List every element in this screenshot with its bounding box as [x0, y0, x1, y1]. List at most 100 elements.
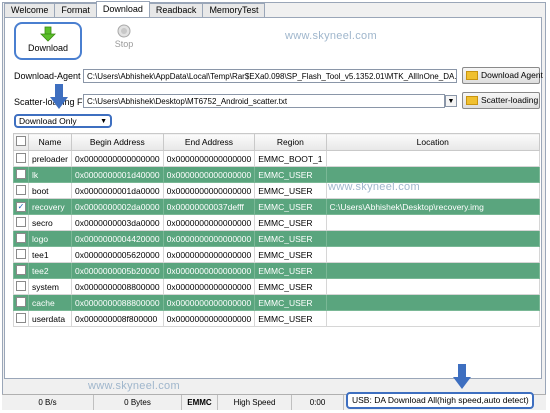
scatter-loading-button[interactable]: Scatter-loading [462, 92, 540, 109]
tab-readback[interactable]: Readback [148, 3, 204, 17]
begin-address-cell: 0x0000000001d40000 [71, 166, 164, 183]
region-cell: EMMC_USER [254, 166, 327, 183]
location-cell[interactable]: C:\Users\Abhishek\Desktop\recovery.img [325, 198, 540, 215]
region-cell: EMMC_USER [254, 246, 327, 263]
location-cell[interactable] [325, 278, 540, 295]
download-button[interactable]: Download [14, 22, 82, 60]
region-cell: EMMC_USER [254, 262, 327, 279]
row-checkbox-cell[interactable] [13, 214, 29, 231]
annotation-arrow-icon [50, 84, 68, 109]
checkbox-unchecked[interactable] [16, 296, 26, 307]
table-row[interactable]: cache 0x0000000088800000 0x000000000000000… [13, 294, 540, 311]
checkbox-unchecked[interactable] [16, 152, 26, 163]
begin-address-cell: 0x0000000001da0000 [71, 182, 164, 199]
row-checkbox-cell[interactable] [13, 246, 29, 263]
region-cell: EMMC_USER [254, 198, 327, 215]
scatter-loading-button-label: Scatter-loading [481, 95, 539, 105]
download-agent-button[interactable]: Download Agent [462, 67, 543, 84]
end-address-cell: 0x0000000000000000 [162, 166, 256, 183]
table-row[interactable]: tee1 0x0000000005620000 0x0000000000000000… [13, 246, 540, 263]
checkbox-unchecked[interactable] [16, 216, 26, 227]
end-address-cell: 0x0000000000000000 [162, 150, 256, 167]
table-row[interactable]: lk 0x0000000001d40000 0x0000000000000000 EM… [13, 166, 540, 183]
begin-address-cell: 0x0000000005b20000 [71, 262, 164, 279]
checkbox-checked[interactable]: ✓ [16, 202, 26, 212]
select-all-checkbox[interactable] [16, 136, 26, 146]
region-cell: EMMC_USER [254, 230, 327, 247]
annotation-arrow-icon [453, 364, 471, 389]
table-row[interactable]: preloader 0x0000000000000000 0x00000000000… [13, 150, 540, 167]
row-checkbox-cell[interactable]: ✓ [13, 198, 29, 215]
watermark: www.skyneel.com [328, 181, 420, 193]
region-cell: EMMC_USER [254, 182, 327, 199]
tab-memorytest[interactable]: MemoryTest [202, 3, 266, 17]
end-address-cell: 0x0000000000000000 [162, 278, 256, 295]
scatter-file-field[interactable]: C:\Users\Abhishek\Desktop\MT6752_Android… [83, 94, 445, 108]
status-bytes: 0 Bytes [94, 395, 182, 410]
location-cell[interactable] [325, 294, 540, 311]
header-region: Region [254, 133, 327, 151]
row-checkbox-cell[interactable] [13, 262, 29, 279]
end-address-cell: 0x0000000000000000 [162, 214, 256, 231]
tab-bar: Welcome Format Download Readback MemoryT… [4, 1, 266, 17]
partition-name-cell: preloader [28, 150, 72, 167]
table-row[interactable]: boot 0x0000000001da0000 0x0000000000000000… [13, 182, 540, 199]
row-checkbox-cell[interactable] [13, 166, 29, 183]
tab-download[interactable]: Download [95, 1, 150, 17]
partition-name-cell: boot [28, 182, 72, 199]
checkbox-unchecked[interactable] [16, 232, 26, 243]
stop-button[interactable]: Stop [92, 22, 156, 56]
checkbox-unchecked[interactable] [16, 184, 26, 195]
download-mode-select[interactable]: Download Only ▼ [14, 114, 112, 128]
location-cell[interactable] [325, 214, 540, 231]
row-checkbox-cell[interactable] [13, 294, 29, 311]
partition-rows: preloader 0x0000000000000000 0x00000000000… [13, 150, 540, 327]
download-mode-value: Download Only [19, 116, 77, 126]
header-select-all[interactable] [13, 133, 29, 151]
end-address-cell: 0x0000000000000000 [162, 294, 256, 311]
checkbox-unchecked[interactable] [16, 248, 26, 259]
folder-icon [466, 96, 478, 105]
status-speed: High Speed [218, 395, 292, 410]
end-address-cell: 0x0000000000000000 [162, 246, 256, 263]
partition-name-cell: logo [28, 230, 72, 247]
location-cell[interactable] [325, 262, 540, 279]
table-header-row: Name Begin Address End Address Region Lo… [13, 133, 540, 151]
location-cell[interactable] [325, 246, 540, 263]
begin-address-cell: 0x0000000004420000 [71, 230, 164, 247]
partition-table: Name Begin Address End Address Region Lo… [13, 133, 540, 327]
chevron-down-icon: ▼ [100, 118, 107, 125]
download-agent-path-field[interactable]: C:\Users\Abhishek\AppData\Local\Temp\Rar… [83, 69, 457, 83]
table-row[interactable]: ✓ recovery 0x0000000002da0000 0x00000000037… [13, 198, 540, 215]
begin-address-cell: 0x0000000003da0000 [71, 214, 164, 231]
watermark: www.skyneel.com [88, 380, 180, 392]
table-row[interactable]: secro 0x0000000003da0000 0x000000000000000… [13, 214, 540, 231]
watermark: www.skyneel.com [285, 30, 377, 42]
region-cell: EMMC_USER [254, 310, 327, 327]
partition-name-cell: system [28, 278, 72, 295]
checkbox-unchecked[interactable] [16, 280, 26, 291]
table-row[interactable]: userdata 0x000000008f800000 0x000000000000… [13, 310, 540, 327]
location-cell[interactable] [325, 150, 540, 167]
stop-button-label: Stop [114, 39, 134, 49]
location-cell[interactable] [325, 230, 540, 247]
row-checkbox-cell[interactable] [13, 278, 29, 295]
table-row[interactable]: system 0x0000000008800000 0x00000000000000… [13, 278, 540, 295]
row-checkbox-cell[interactable] [13, 230, 29, 247]
checkbox-unchecked[interactable] [16, 312, 26, 323]
row-checkbox-cell[interactable] [13, 182, 29, 199]
end-address-cell: 0x0000000000000000 [162, 262, 256, 279]
scatter-dropdown-arrow-icon[interactable]: ▼ [445, 95, 457, 107]
checkbox-unchecked[interactable] [16, 264, 26, 275]
table-row[interactable]: tee2 0x0000000005b20000 0x0000000000000000… [13, 262, 540, 279]
region-cell: EMMC_BOOT_1 [254, 150, 327, 167]
checkbox-unchecked[interactable] [16, 168, 26, 179]
location-cell[interactable] [325, 310, 540, 327]
header-end-address: End Address [162, 133, 256, 151]
row-checkbox-cell[interactable] [13, 310, 29, 327]
row-checkbox-cell[interactable] [13, 150, 29, 167]
table-row[interactable]: logo 0x0000000004420000 0x0000000000000000… [13, 230, 540, 247]
download-arrow-icon [40, 26, 56, 42]
tab-format[interactable]: Format [54, 3, 97, 17]
tab-welcome[interactable]: Welcome [4, 3, 56, 17]
